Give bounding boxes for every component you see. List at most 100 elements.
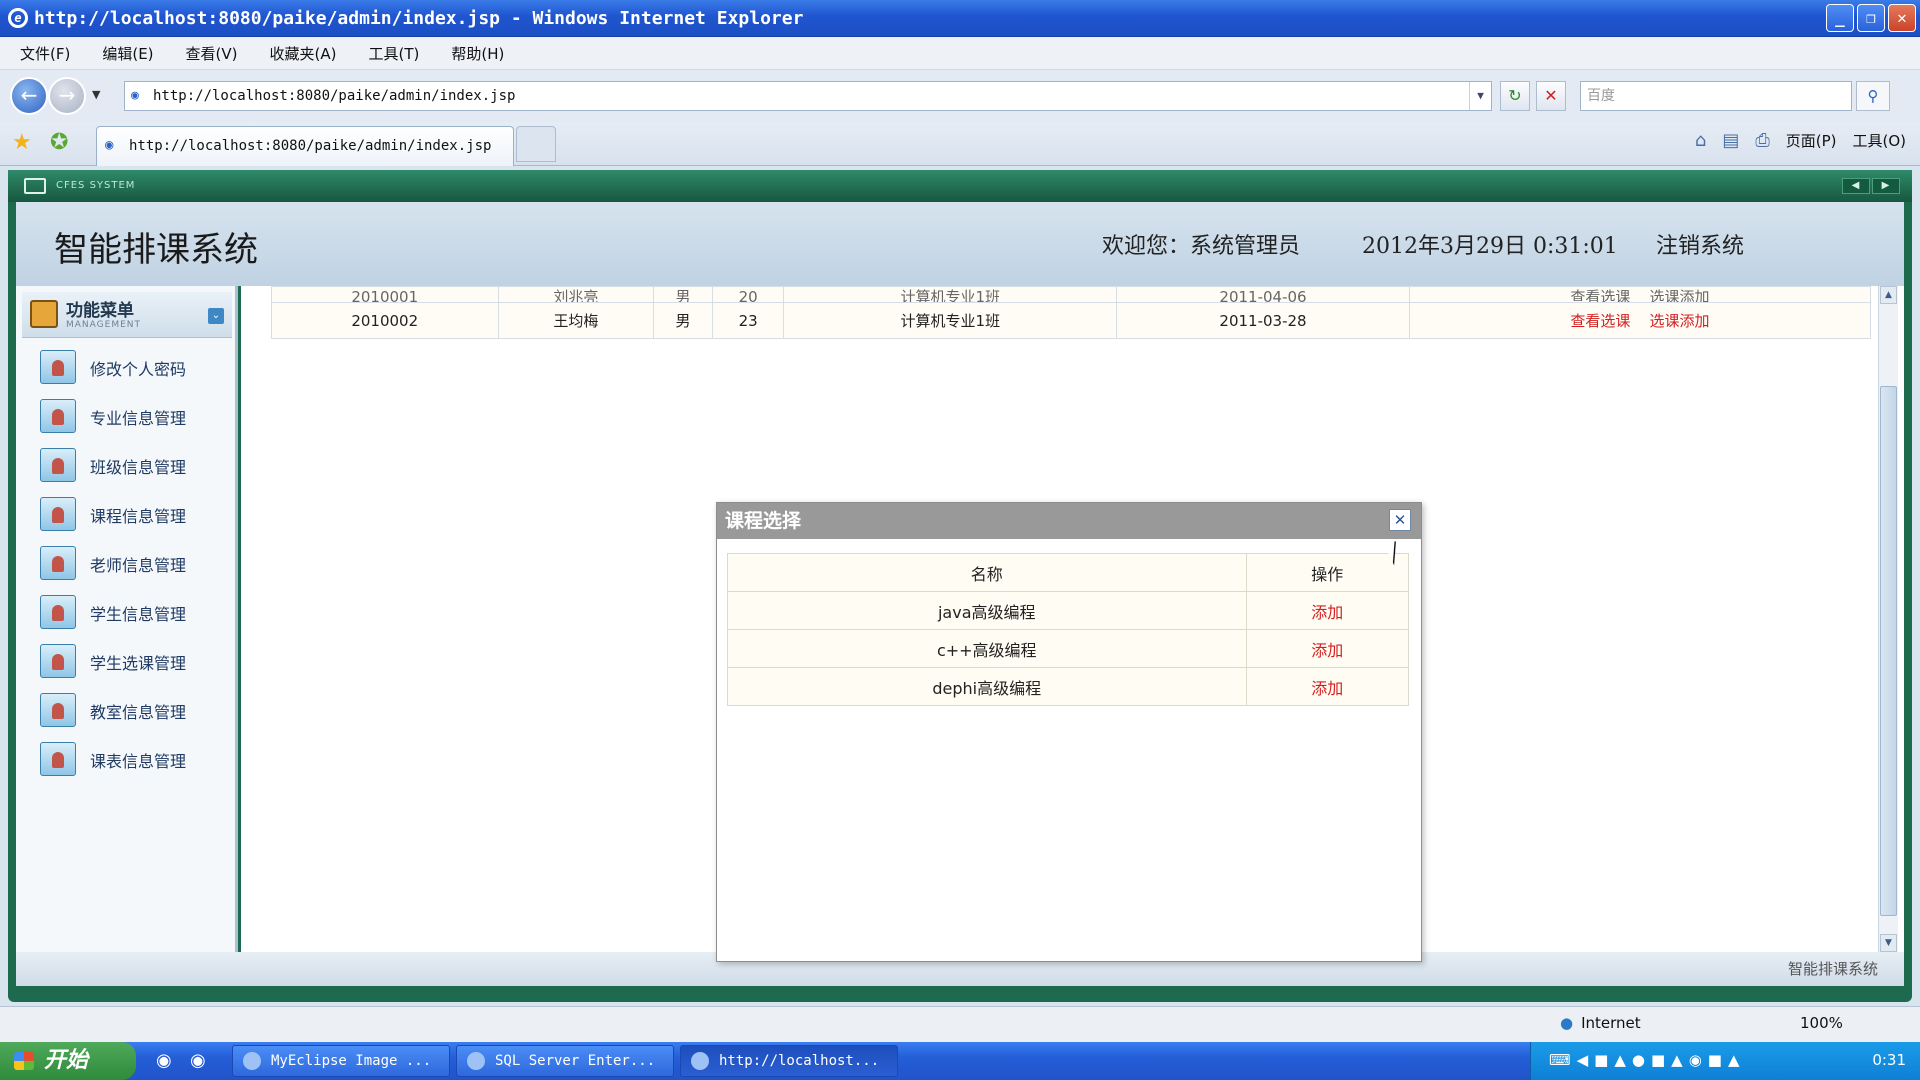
column-header-name: 名称 — [727, 553, 1247, 592]
sidebar-item-courses[interactable]: 课程信息管理 — [40, 495, 230, 535]
sidebar-item-majors[interactable]: 专业信息管理 — [40, 397, 230, 437]
page-menu[interactable]: 页面(P) — [1786, 130, 1837, 151]
student-name: 王均梅 — [497, 302, 655, 339]
home-icon[interactable]: ⌂ — [1695, 130, 1706, 151]
menu-favorites[interactable]: 收藏夹(A) — [266, 41, 341, 66]
sidebar-item-classes[interactable]: 班级信息管理 — [40, 446, 230, 486]
add-course-link[interactable]: 添加 — [1245, 591, 1410, 630]
collapse-icon[interactable]: ⌄ — [208, 308, 224, 324]
student-class: 计算机专业1班 — [783, 286, 1118, 303]
close-window-button[interactable]: ✕ — [1888, 4, 1916, 32]
sidebar-item-students[interactable]: 学生信息管理 — [40, 593, 230, 633]
user-icon — [40, 693, 76, 727]
start-button[interactable]: 开始 — [0, 1042, 136, 1080]
user-icon — [40, 399, 76, 433]
feeds-icon[interactable]: ▤ — [1722, 130, 1739, 151]
menu-tools[interactable]: 工具(T) — [364, 41, 423, 66]
sidebar-item-teachers[interactable]: 老师信息管理 — [40, 544, 230, 584]
refresh-button[interactable]: ↻ — [1500, 81, 1530, 111]
sidebar-item-label: 课程信息管理 — [90, 507, 187, 526]
system-tray: ⌨◀■▲●■▲◉■▲ 0:31 — [1530, 1042, 1920, 1080]
view-selection-link[interactable]: 查看选课 — [1570, 312, 1630, 330]
sidebar: 功能菜单 MANAGEMENT ⌄ 修改个人密码 专业信息管理 班级信息管理 课… — [16, 286, 238, 952]
status-bar: Internet 100% — [0, 1006, 1920, 1042]
task-myeclipse[interactable]: MyEclipse Image ... — [232, 1045, 450, 1077]
search-input[interactable]: 百度 — [1580, 81, 1852, 111]
sidebar-item-label: 班级信息管理 — [90, 458, 187, 477]
restore-button[interactable]: ❐ — [1857, 4, 1885, 32]
student-date: 2011-04-06 — [1116, 286, 1410, 303]
sidebar-item-label: 学生信息管理 — [90, 605, 187, 624]
sidebar-item-label: 修改个人密码 — [90, 360, 187, 379]
user-icon — [40, 546, 76, 580]
menu-help[interactable]: 帮助(H) — [447, 41, 508, 66]
arrow-right-icon[interactable]: ▶ — [1872, 178, 1900, 194]
tray-icons[interactable]: ⌨◀■▲●■▲◉■▲ — [1549, 1051, 1746, 1069]
quicklaunch-browser-icon[interactable]: ◉ — [190, 1050, 206, 1071]
minimize-button[interactable]: _ — [1826, 4, 1854, 32]
table-row: 2010001 刘兆亮 男 20 计算机专业1班 2011-04-06 查看选课… — [271, 286, 1872, 303]
user-icon — [40, 448, 76, 482]
scroll-down-icon[interactable]: ▼ — [1880, 934, 1897, 952]
menu-view[interactable]: 查看(V) — [182, 41, 242, 66]
new-tab-button[interactable] — [516, 126, 556, 162]
sidebar-item-timetables[interactable]: 课表信息管理 — [40, 740, 230, 780]
tools-menu[interactable]: 工具(O) — [1852, 130, 1906, 151]
table-row: c++高级编程 添加 — [727, 629, 1410, 668]
course-name: dephi高级编程 — [727, 667, 1247, 706]
student-gender: 男 — [653, 302, 713, 339]
arrow-left-icon[interactable]: ◀ — [1842, 178, 1870, 194]
print-icon[interactable]: ⎙ — [1755, 130, 1769, 151]
add-selection-link[interactable]: 选课添加 — [1649, 312, 1709, 330]
logout-link[interactable]: 注销系统 — [1656, 228, 1744, 260]
quicklaunch-ie-icon[interactable]: ◉ — [156, 1050, 172, 1071]
course-select-dialog: 课程选择 ✕ 名称 操作 java高级编程 添加 c++高级编程 添加 deph… — [716, 502, 1422, 962]
student-age: 20 — [711, 286, 785, 303]
sidebar-item-label: 教室信息管理 — [90, 703, 187, 722]
task-label: http://localhost... — [719, 1053, 880, 1069]
app-icon — [467, 1052, 485, 1070]
stop-button[interactable]: ✕ — [1536, 81, 1566, 111]
menu-header: 功能菜单 MANAGEMENT ⌄ — [22, 292, 232, 338]
address-bar[interactable]: ◉ http://localhost:8080/paike/admin/inde… — [124, 81, 1492, 111]
student-id: 2010002 — [271, 302, 499, 339]
zoom-level[interactable]: 100% — [1800, 1014, 1843, 1032]
add-course-link[interactable]: 添加 — [1245, 629, 1410, 668]
scroll-thumb[interactable] — [1880, 386, 1897, 916]
task-ie[interactable]: http://localhost... — [680, 1045, 898, 1077]
close-icon[interactable]: ✕ — [1389, 509, 1411, 531]
frame-arrows: ◀ ▶ — [1842, 178, 1900, 194]
task-sql-server[interactable]: SQL Server Enter... — [456, 1045, 674, 1077]
app-icon — [243, 1052, 261, 1070]
student-age: 23 — [711, 302, 785, 339]
page-icon: ◉ — [131, 88, 139, 103]
user-icon — [40, 595, 76, 629]
add-favorites-icon[interactable]: ✪ — [50, 130, 68, 155]
address-toolbar: ← → ▼ ◉ http://localhost:8080/paike/admi… — [0, 70, 1920, 122]
forward-button[interactable]: → — [48, 77, 86, 115]
menu-edit[interactable]: 编辑(E) — [98, 41, 157, 66]
dialog-title-text: 课程选择 — [725, 510, 802, 532]
menu-header-subtitle: MANAGEMENT — [66, 320, 141, 330]
monitor-icon — [24, 178, 46, 194]
add-selection-link[interactable]: 选课添加 — [1649, 288, 1709, 302]
sidebar-item-course-selection[interactable]: 学生选课管理 — [40, 642, 230, 682]
sidebar-item-change-password[interactable]: 修改个人密码 — [40, 348, 230, 388]
add-course-link[interactable]: 添加 — [1245, 667, 1410, 706]
view-selection-link[interactable]: 查看选课 — [1570, 288, 1630, 302]
favorites-star-icon[interactable]: ★ — [12, 130, 32, 155]
table-row: dephi高级编程 添加 — [727, 667, 1410, 706]
vertical-scrollbar[interactable]: ▲ ▼ — [1878, 286, 1898, 952]
welcome-text: 欢迎您：系统管理员 — [1102, 234, 1301, 259]
back-button[interactable]: ← — [10, 77, 48, 115]
menu-file[interactable]: 文件(F) — [16, 41, 74, 66]
tab-current-page[interactable]: ◉ http://localhost:8080/paike/admin/inde… — [96, 126, 514, 166]
student-date: 2011-03-28 — [1116, 302, 1410, 339]
student-class: 计算机专业1班 — [783, 302, 1118, 339]
history-dropdown-icon[interactable]: ▼ — [92, 88, 100, 101]
sidebar-item-classrooms[interactable]: 教室信息管理 — [40, 691, 230, 731]
sidebar-item-label: 老师信息管理 — [90, 556, 187, 575]
search-icon[interactable]: ⚲ — [1856, 81, 1890, 111]
scroll-up-icon[interactable]: ▲ — [1880, 286, 1897, 304]
address-dropdown-icon[interactable]: ▼ — [1469, 82, 1491, 110]
